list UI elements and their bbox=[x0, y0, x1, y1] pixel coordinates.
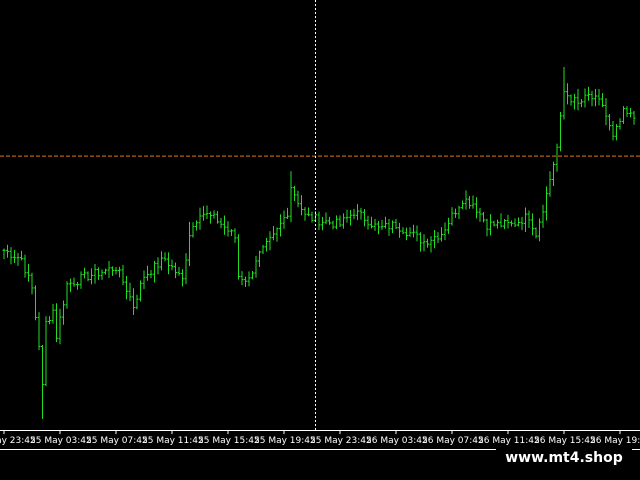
x-tick-label: 26 May 11:45 bbox=[478, 436, 540, 446]
price-chart-svg[interactable]: 24 May 23:4525 May 03:4525 May 07:4525 M… bbox=[0, 0, 640, 450]
x-tick-label: 25 May 03:45 bbox=[30, 436, 92, 446]
x-tick-label: 25 May 23:45 bbox=[310, 436, 372, 446]
x-tick-label: 26 May 19:45 bbox=[590, 436, 640, 446]
x-tick-label: 25 May 07:45 bbox=[86, 436, 148, 446]
watermark-logo: www.mt4.shop bbox=[496, 446, 632, 470]
price-chart[interactable]: 24 May 23:4525 May 03:4525 May 07:4525 M… bbox=[0, 0, 640, 450]
x-tick-label: 25 May 15:45 bbox=[198, 436, 260, 446]
x-tick-label: 25 May 11:45 bbox=[142, 436, 204, 446]
x-tick-label: 26 May 07:45 bbox=[422, 436, 484, 446]
x-tick-label: 26 May 03:45 bbox=[366, 436, 428, 446]
x-tick-label: 25 May 19:45 bbox=[254, 436, 316, 446]
x-tick-label: 26 May 15:45 bbox=[534, 436, 596, 446]
